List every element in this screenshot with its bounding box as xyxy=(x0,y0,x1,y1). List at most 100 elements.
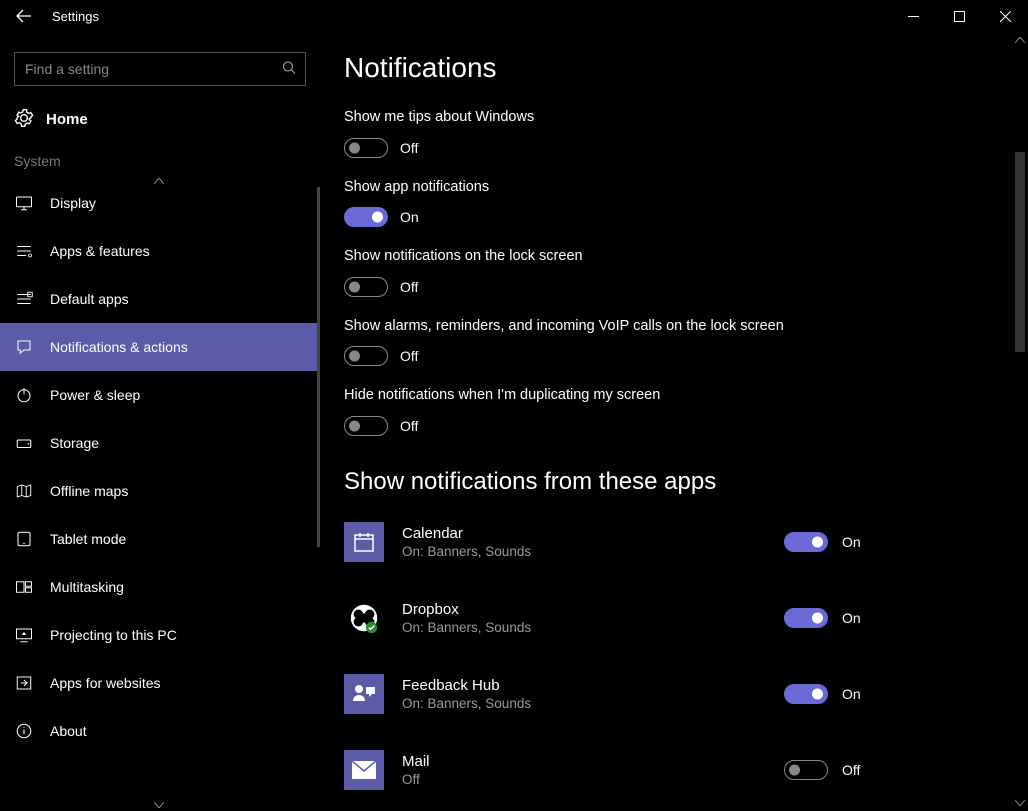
toggle-switch[interactable] xyxy=(344,207,388,227)
notifications-actions-icon xyxy=(14,338,34,356)
app-row[interactable]: Calendar On: Banners, Sounds On xyxy=(344,522,904,562)
app-toggle-switch[interactable] xyxy=(784,608,828,628)
toggle-switch[interactable] xyxy=(344,346,388,366)
nav-list: Display Apps & features Default apps Notifi… xyxy=(0,179,320,811)
main-scroll-up[interactable] xyxy=(1012,32,1028,48)
arrow-left-icon xyxy=(16,8,32,24)
projecting-icon xyxy=(14,626,34,644)
toggle-state-label: On xyxy=(842,534,861,550)
nav-scroll-up[interactable] xyxy=(0,173,317,189)
mail-icon xyxy=(344,750,384,790)
setting-block: Show alarms, reminders, and incoming VoI… xyxy=(344,317,824,367)
toggle-switch[interactable] xyxy=(344,277,388,297)
calendar-icon xyxy=(344,522,384,562)
maximize-icon xyxy=(954,11,965,22)
toggle-state-label: Off xyxy=(842,762,860,778)
setting-label: Hide notifications when I'm duplicating … xyxy=(344,386,824,406)
app-toggle-switch[interactable] xyxy=(784,532,828,552)
sidebar-item-label: Display xyxy=(50,195,96,211)
sidebar-item-label: Tablet mode xyxy=(50,531,126,547)
setting-label: Show notifications on the lock screen xyxy=(344,247,824,267)
minimize-icon xyxy=(908,11,919,22)
toggle-state-label: Off xyxy=(400,418,418,434)
default-apps-icon xyxy=(14,290,34,308)
sidebar-item-label: Apps & features xyxy=(50,243,150,259)
display-icon xyxy=(14,194,34,212)
nav-scroll-down[interactable] xyxy=(0,797,317,811)
app-toggle-switch[interactable] xyxy=(784,684,828,704)
sidebar-item-label: Power & sleep xyxy=(50,387,140,403)
setting-label: Show app notifications xyxy=(344,178,824,198)
feedback-icon xyxy=(344,674,384,714)
storage-icon xyxy=(14,434,34,452)
setting-block: Hide notifications when I'm duplicating … xyxy=(344,386,824,436)
main-content: Notifications Show me tips about Windows… xyxy=(320,32,1028,811)
sidebar-item-label: Projecting to this PC xyxy=(50,627,177,643)
toggle-state-label: On xyxy=(400,209,419,225)
app-sub: On: Banners, Sounds xyxy=(402,696,766,711)
search-input[interactable] xyxy=(14,52,306,86)
sidebar-item-about[interactable]: About xyxy=(0,707,320,755)
sidebar-item-storage[interactable]: Storage xyxy=(0,419,320,467)
sidebar-item-label: About xyxy=(50,723,87,739)
close-button[interactable] xyxy=(982,0,1028,32)
sidebar-item-multitasking[interactable]: Multitasking xyxy=(0,563,320,611)
tablet-mode-icon xyxy=(14,530,34,548)
app-name: Feedback Hub xyxy=(402,677,766,694)
sidebar-item-power-sleep[interactable]: Power & sleep xyxy=(0,371,320,419)
app-row[interactable]: MailOffOff xyxy=(344,750,904,790)
maximize-button[interactable] xyxy=(936,0,982,32)
window-title: Settings xyxy=(52,9,99,24)
sidebar-item-label: Notifications & actions xyxy=(50,339,188,355)
offline-maps-icon xyxy=(14,482,34,500)
setting-block: Show notifications on the lock screen Off xyxy=(344,247,824,297)
dropbox-icon xyxy=(344,598,384,638)
sidebar-item-label: Multitasking xyxy=(50,579,124,595)
setting-label: Show me tips about Windows xyxy=(344,108,824,128)
sidebar-item-offline-maps[interactable]: Offline maps xyxy=(0,467,320,515)
power-sleep-icon xyxy=(14,386,34,404)
setting-label: Show alarms, reminders, and incoming VoI… xyxy=(344,317,824,337)
search-icon xyxy=(282,61,296,78)
home-label: Home xyxy=(46,111,88,128)
setting-block: Show me tips about Windows Off xyxy=(344,108,824,158)
app-toggle-switch[interactable] xyxy=(784,760,828,780)
app-name: Dropbox xyxy=(402,601,766,618)
multitasking-icon xyxy=(14,578,34,596)
setting-block: Show app notifications On xyxy=(344,178,824,228)
toggle-state-label: On xyxy=(842,686,861,702)
minimize-button[interactable] xyxy=(890,0,936,32)
app-row[interactable]: Dropbox On: Banners, Sounds On xyxy=(344,598,904,638)
sidebar-item-label: Apps for websites xyxy=(50,675,161,691)
page-heading: Notifications xyxy=(344,52,1028,84)
sidebar-item-label: Offline maps xyxy=(50,483,128,499)
app-sub: On: Banners, Sounds xyxy=(402,544,766,559)
toggle-state-label: Off xyxy=(400,140,418,156)
main-scroll-down[interactable] xyxy=(1012,795,1028,811)
toggle-switch[interactable] xyxy=(344,138,388,158)
sidebar: Home System DisplayApps & featuresDefaul… xyxy=(0,32,320,811)
sidebar-item-label: Default apps xyxy=(50,291,129,307)
back-button[interactable] xyxy=(8,0,40,32)
home-nav[interactable]: Home xyxy=(0,98,320,149)
sidebar-item-apps-features[interactable]: Apps & features xyxy=(0,227,320,275)
sidebar-item-apps-websites[interactable]: Apps for websites xyxy=(0,659,320,707)
apps-features-icon xyxy=(14,242,34,260)
app-row[interactable]: Feedback Hub On: Banners, Sounds On xyxy=(344,674,904,714)
toggle-state-label: Off xyxy=(400,279,418,295)
sidebar-item-tablet-mode[interactable]: Tablet mode xyxy=(0,515,320,563)
sidebar-item-projecting[interactable]: Projecting to this PC xyxy=(0,611,320,659)
toggle-switch[interactable] xyxy=(344,416,388,436)
about-icon xyxy=(14,722,34,740)
sidebar-item-label: Storage xyxy=(50,435,99,451)
apps-websites-icon xyxy=(14,674,34,692)
toggle-state-label: On xyxy=(842,610,861,626)
sidebar-item-notifications-actions[interactable]: Notifications & actions xyxy=(0,323,320,371)
app-name: Mail xyxy=(402,753,766,770)
app-sub: On: Banners, Sounds xyxy=(402,620,766,635)
app-name: Calendar xyxy=(402,525,766,542)
sidebar-item-default-apps[interactable]: Default apps xyxy=(0,275,320,323)
main-scrollbar xyxy=(1012,32,1028,811)
main-scrollbar-thumb[interactable] xyxy=(1015,152,1025,352)
apps-heading: Show notifications from these apps xyxy=(344,468,1028,496)
